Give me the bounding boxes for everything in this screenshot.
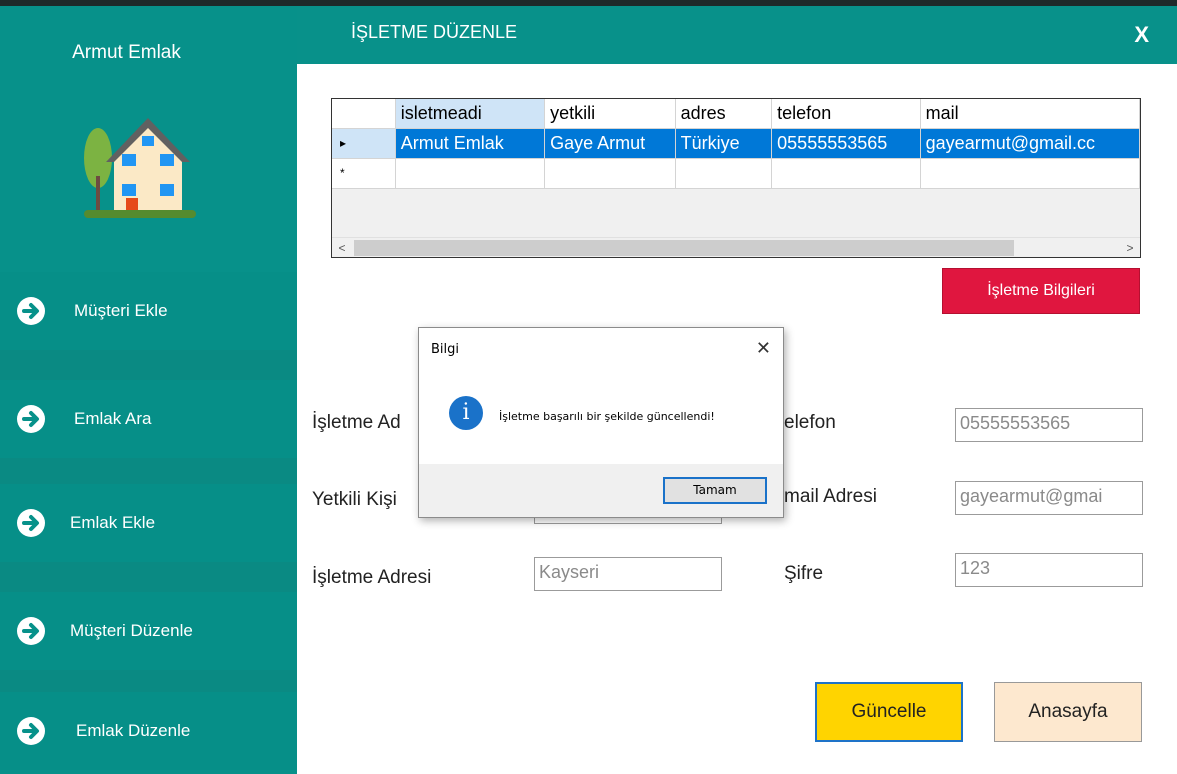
new-row[interactable]: *: [332, 158, 1140, 189]
table-cell[interactable]: 05555553565: [771, 128, 921, 159]
sidebar-item-label: Müşteri Düzenle: [70, 621, 193, 640]
horizontal-scrollbar[interactable]: < >: [332, 237, 1140, 257]
page-header: İŞLETME DÜZENLE X: [297, 6, 1177, 64]
scroll-right-icon[interactable]: >: [1120, 238, 1140, 257]
sidebar-divider: [0, 350, 297, 380]
business-name-label: İşletme Ad: [312, 412, 401, 433]
grid-corner: [332, 99, 396, 129]
sidebar: Armut Emlak Müşteri Ekle Emlak Ara Emlak…: [0, 6, 297, 774]
column-header[interactable]: isletmeadi: [395, 99, 546, 129]
sidebar-item-emlak-duzenle[interactable]: Emlak Düzenle: [0, 692, 297, 770]
house-logo-icon: [84, 118, 196, 218]
sidebar-item-musteri-duzenle[interactable]: Müşteri Düzenle: [0, 592, 297, 670]
sidebar-divider: [0, 670, 297, 692]
business-address-field[interactable]: Kayseri: [534, 557, 722, 591]
scroll-left-icon[interactable]: <: [332, 238, 352, 257]
column-header[interactable]: telefon: [771, 99, 921, 129]
close-button[interactable]: X: [1134, 22, 1149, 48]
table-cell[interactable]: Armut Emlak: [395, 128, 546, 159]
table-cell[interactable]: [675, 158, 773, 189]
arrow-right-circle-icon: [17, 717, 45, 745]
sidebar-divider: [0, 562, 297, 592]
table-cell[interactable]: [395, 158, 546, 189]
arrow-right-circle-icon: [17, 509, 45, 537]
phone-label: elefon: [784, 412, 836, 433]
update-button[interactable]: Güncelle: [815, 682, 963, 742]
sidebar-item-label: Emlak Ekle: [70, 513, 156, 532]
sidebar-item-label: Emlak Düzenle: [76, 721, 191, 740]
arrow-right-circle-icon: [17, 617, 45, 645]
dialog-footer: Tamam: [419, 464, 783, 517]
arrow-right-circle-icon: [17, 297, 45, 325]
sidebar-item-emlak-ekle[interactable]: Emlak Ekle: [0, 484, 297, 562]
password-field[interactable]: 123: [955, 553, 1143, 587]
info-icon: i: [449, 396, 483, 430]
business-address-label: İşletme Adresi: [312, 567, 432, 588]
sidebar-item-musteri-ekle[interactable]: Müşteri Ekle: [0, 272, 297, 350]
sidebar-item-label: Emlak Ara: [74, 409, 152, 428]
sidebar-item-emlak-ara[interactable]: Emlak Ara: [0, 380, 297, 458]
sidebar-divider: [0, 458, 297, 484]
grid-header-row: isletmeadi yetkili adres telefon mail: [332, 99, 1140, 129]
column-header[interactable]: yetkili: [544, 99, 676, 129]
home-button[interactable]: Anasayfa: [994, 682, 1142, 742]
table-cell[interactable]: [771, 158, 921, 189]
email-label: mail Adresi: [784, 486, 877, 507]
arrow-right-circle-icon: [17, 405, 45, 433]
table-row[interactable]: ▸ Armut Emlak Gaye Armut Türkiye 0555555…: [332, 128, 1140, 159]
dialog-title: Bilgi: [431, 342, 460, 357]
scrollbar-thumb[interactable]: [354, 240, 1014, 256]
table-cell[interactable]: Gaye Armut: [544, 128, 676, 159]
dialog-close-icon[interactable]: ✕: [756, 338, 771, 359]
phone-field[interactable]: 05555553565: [955, 408, 1143, 442]
table-cell[interactable]: [544, 158, 676, 189]
table-cell[interactable]: Türkiye: [675, 128, 773, 159]
contact-person-label: Yetkili Kişi: [312, 489, 397, 510]
ok-button[interactable]: Tamam: [663, 477, 767, 504]
column-header[interactable]: adres: [675, 99, 773, 129]
password-label: Şifre: [784, 563, 824, 584]
column-header[interactable]: mail: [920, 99, 1140, 129]
row-selected-marker-icon: ▸: [332, 128, 396, 159]
brand-name: Armut Emlak: [72, 42, 181, 63]
info-dialog: Bilgi ✕ i İşletme başarılı bir şekilde g…: [418, 327, 784, 518]
business-data-grid[interactable]: isletmeadi yetkili adres telefon mail ▸ …: [331, 98, 1141, 258]
sidebar-item-label: Müşteri Ekle: [74, 301, 168, 320]
email-field[interactable]: gayearmut@gmai: [955, 481, 1143, 515]
table-cell[interactable]: gayearmut@gmail.cc: [920, 128, 1140, 159]
business-info-button[interactable]: İşletme Bilgileri: [942, 268, 1140, 314]
dialog-message: İşletme başarılı bir şekilde güncellendi…: [499, 410, 715, 423]
table-cell[interactable]: [920, 158, 1140, 189]
page-title: İŞLETME DÜZENLE: [351, 22, 518, 42]
new-row-marker-icon: *: [332, 158, 396, 189]
